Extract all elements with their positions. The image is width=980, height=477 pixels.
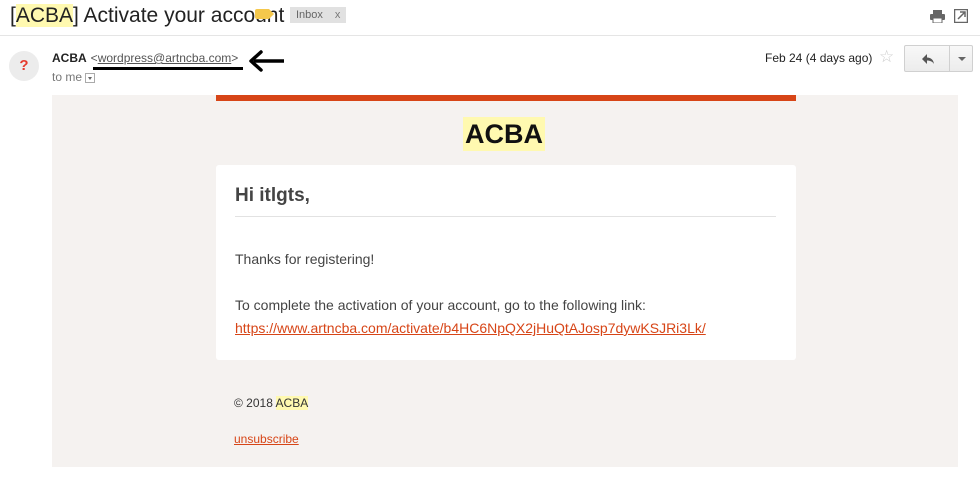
annotation-underline [93, 67, 243, 70]
instruction-text: To complete the activation of your accou… [235, 297, 646, 313]
sender-avatar: ? [9, 51, 39, 81]
unknown-sender-icon: ? [19, 57, 29, 74]
sender-email[interactable]: <wordpress@artncba.com> [91, 51, 239, 65]
subject-bar: [ACBA] Activate your account Inbox x [0, 0, 980, 36]
inbox-label-chip[interactable]: Inbox x [290, 7, 347, 23]
recipient-line: to me [52, 70, 96, 84]
copyright-brand: ACBA [275, 396, 309, 410]
subject-brand-highlight: ACBA [15, 4, 74, 27]
to-me-label: to me [52, 70, 83, 84]
reply-button[interactable] [904, 45, 950, 72]
unsubscribe-link[interactable]: unsubscribe [234, 432, 299, 446]
email-subject: [ACBA] Activate your account [10, 4, 284, 28]
greeting: Hi itlgts, [235, 185, 310, 206]
email-header-bar [216, 95, 796, 101]
subject-text: ] Activate your account [73, 4, 285, 27]
more-actions-button[interactable] [949, 45, 973, 72]
arrow-left-icon [249, 50, 284, 72]
sender-line: ACBA <wordpress@artncba.com> [52, 51, 238, 65]
activation-link[interactable]: https://www.artncba.com/activate/b4HC6Np… [235, 320, 706, 336]
divider [235, 216, 776, 217]
reply-icon [922, 54, 934, 64]
recipient-details-toggle[interactable] [85, 72, 96, 83]
copyright-prefix: © 2018 [234, 396, 276, 410]
thanks-text: Thanks for registering! [235, 251, 375, 267]
message-card: Hi itlgts, Thanks for registering! To co… [216, 165, 796, 360]
sender-name[interactable]: ACBA [52, 51, 87, 65]
remove-label-button[interactable]: x [335, 9, 341, 21]
sender-email-address: wordpress@artncba.com [97, 51, 232, 65]
star-icon[interactable]: ☆ [879, 48, 897, 66]
footer-copyright: © 2018 ACBA [234, 396, 309, 410]
new-window-icon[interactable] [954, 9, 968, 23]
email-brand-logo: ACBA [463, 117, 545, 151]
subject-bracket: [ [10, 4, 16, 27]
inbox-label-text: Inbox [296, 9, 323, 21]
print-icon[interactable] [930, 10, 945, 23]
important-label-icon[interactable] [255, 9, 274, 19]
email-date: Feb 24 (4 days ago) [765, 51, 873, 65]
